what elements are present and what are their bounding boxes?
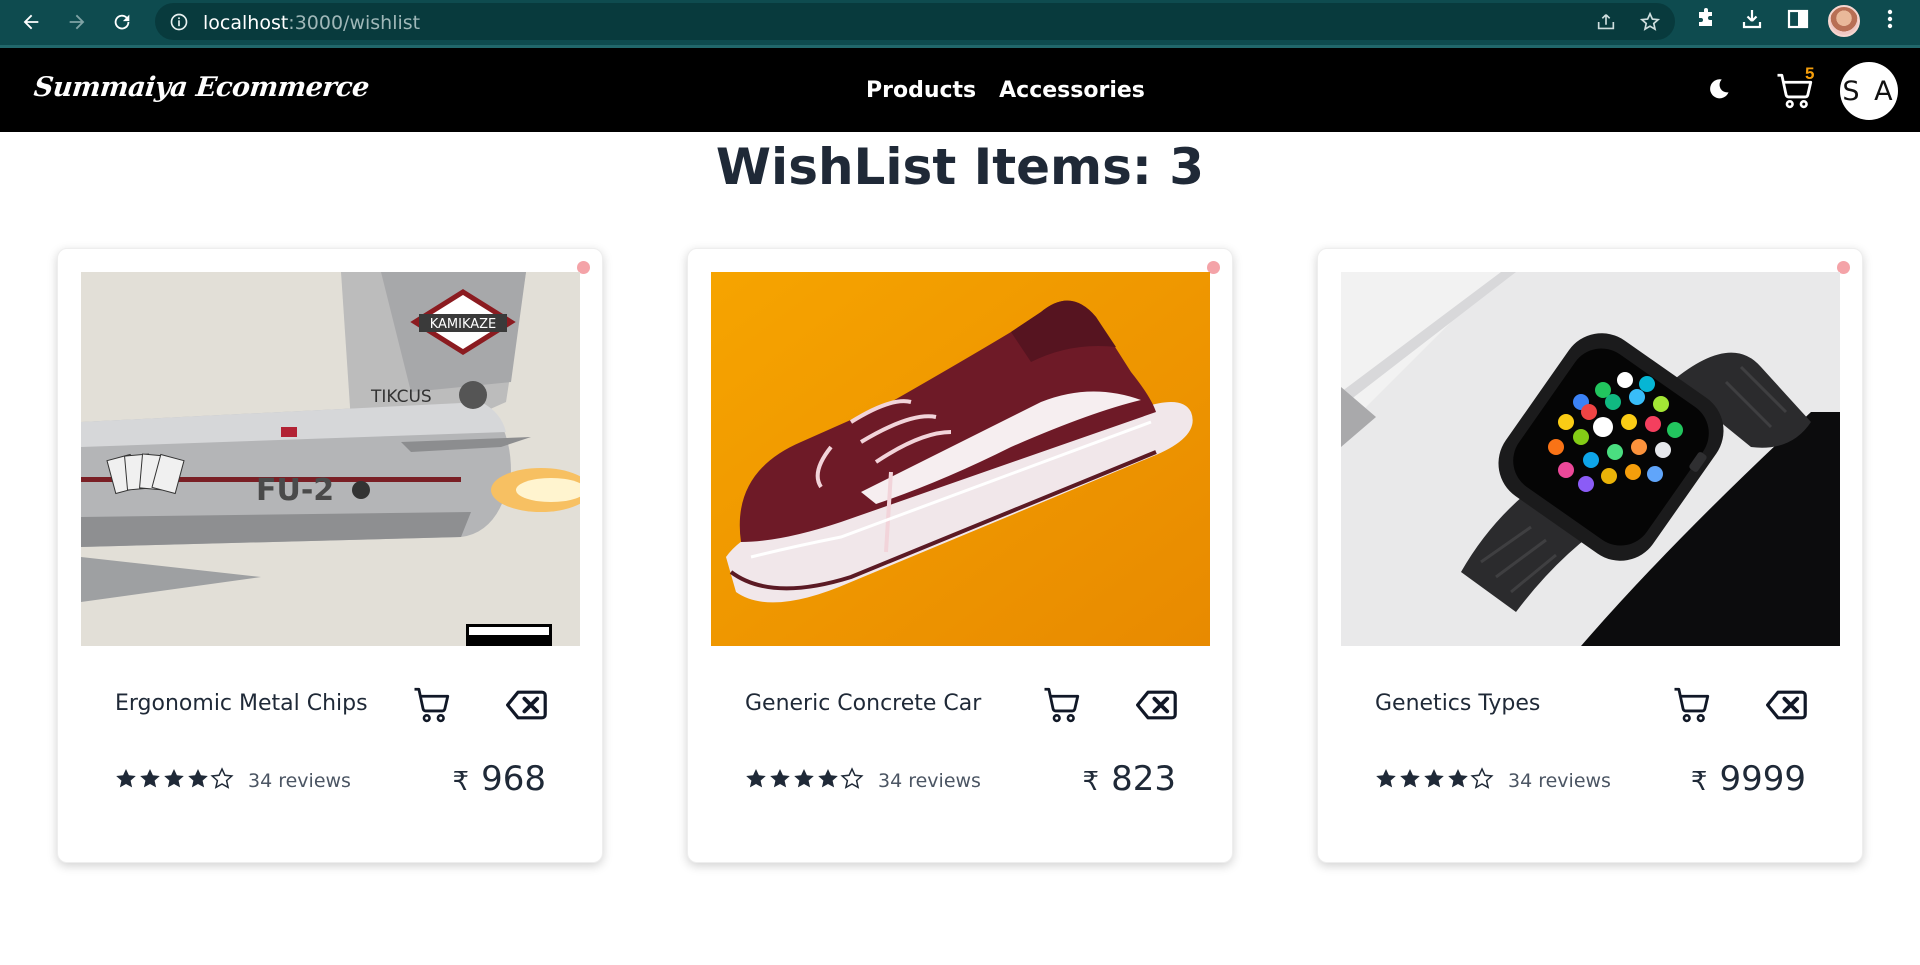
reload-icon[interactable] (107, 7, 137, 37)
product-price: ₹823 (1083, 759, 1176, 799)
share-icon[interactable] (1595, 11, 1617, 38)
add-to-cart-button[interactable] (1670, 683, 1714, 727)
product-name: Genetics Types (1375, 691, 1541, 716)
wishlist-card: Generic Concrete Car 34 reviews ₹823 (687, 248, 1233, 863)
url-text: localhost:3000/wishlist (203, 12, 420, 34)
svg-text:KAMIKAZE: KAMIKAZE (430, 317, 497, 332)
nav-link-accessories[interactable]: Accessories (999, 78, 1145, 103)
nav-links: Products Accessories (866, 78, 1145, 103)
remove-from-wishlist-button[interactable] (1134, 685, 1178, 725)
cart-icon (414, 687, 450, 723)
currency-symbol: ₹ (1082, 767, 1100, 797)
cart-icon (1674, 687, 1710, 723)
svg-text:TIKCUS: TIKCUS (370, 387, 432, 407)
product-price: ₹968 (453, 759, 546, 799)
star-icon[interactable] (1639, 11, 1661, 38)
review-count: 34 reviews (878, 770, 981, 792)
page-title: WishList Items: 3 (715, 138, 1205, 196)
back-arrow-icon[interactable] (16, 7, 46, 37)
nav-link-products[interactable]: Products (866, 78, 976, 103)
add-to-cart-button[interactable] (1040, 683, 1084, 727)
wishlist-card: KAMIKAZE TIKCUS FU-2 Ergonomic Metal Chi… (57, 248, 603, 863)
product-name: Generic Concrete Car (745, 691, 982, 716)
cart-count-badge: 5 (1805, 64, 1815, 83)
product-price: ₹9999 (1691, 759, 1806, 799)
download-icon[interactable] (1740, 7, 1764, 36)
wishlist-card: Genetics Types 34 reviews ₹9999 (1317, 248, 1863, 863)
product-image-sneaker[interactable] (711, 272, 1210, 646)
price-value: 823 (1111, 759, 1176, 799)
browser-profile-avatar[interactable] (1828, 5, 1860, 37)
browser-toolbar: localhost:3000/wishlist (0, 0, 1920, 45)
price-value: 968 (481, 759, 546, 799)
address-bar[interactable]: localhost:3000/wishlist (155, 3, 1675, 40)
info-icon[interactable] (169, 12, 189, 37)
currency-symbol: ₹ (452, 767, 470, 797)
extensions-icon[interactable] (1694, 7, 1718, 36)
menu-icon[interactable] (1880, 7, 1900, 36)
side-panel-icon[interactable] (1786, 7, 1810, 36)
star-rating (1374, 767, 1494, 791)
moon-icon[interactable] (1706, 76, 1732, 107)
app-navbar: Summaiya Ecommerce Products Accessories … (0, 48, 1920, 132)
svg-text:FU-2: FU-2 (256, 473, 334, 508)
product-image-jet[interactable]: KAMIKAZE TIKCUS FU-2 (81, 272, 580, 646)
price-value: 9999 (1719, 759, 1806, 799)
brand-logo[interactable]: Summaiya Ecommerce (32, 72, 370, 103)
forward-arrow-icon[interactable] (62, 7, 92, 37)
add-to-cart-button[interactable] (410, 683, 454, 727)
backspace-x-icon (505, 690, 547, 720)
remove-from-wishlist-button[interactable] (504, 685, 548, 725)
backspace-x-icon (1766, 690, 1807, 720)
backspace-x-icon (1136, 690, 1177, 720)
star-rating (744, 767, 864, 791)
star-rating (114, 767, 234, 791)
product-name: Ergonomic Metal Chips (115, 691, 368, 716)
remove-from-wishlist-button[interactable] (1764, 685, 1808, 725)
review-count: 34 reviews (1508, 770, 1611, 792)
product-image-watch[interactable] (1341, 272, 1840, 646)
review-count: 34 reviews (248, 770, 351, 792)
url-host: localhost (203, 12, 289, 34)
user-avatar[interactable]: S A (1840, 62, 1898, 120)
url-path: :3000/wishlist (288, 12, 421, 34)
currency-symbol: ₹ (1690, 767, 1708, 797)
cart-icon (1044, 687, 1080, 723)
